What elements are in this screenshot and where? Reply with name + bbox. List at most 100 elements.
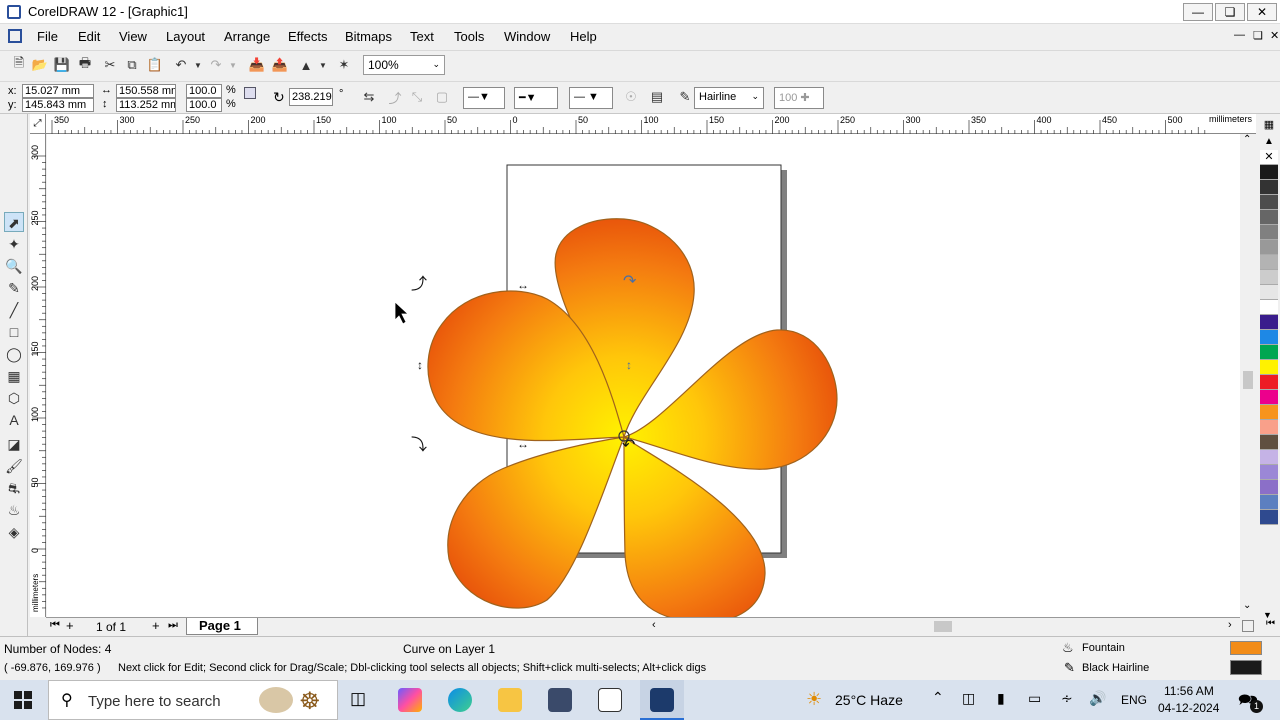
undo-icon[interactable]: ↶ [172, 56, 190, 74]
search-highlight-icon[interactable] [259, 687, 293, 713]
scroll-up-icon[interactable]: ⌃ [1243, 134, 1251, 145]
show-hidden-icons-icon[interactable]: ⌃ [932, 689, 944, 706]
meet-now-icon[interactable]: ◫ [962, 690, 975, 707]
palette-swatch[interactable] [1260, 330, 1278, 345]
minimize-button[interactable]: — [1183, 3, 1213, 21]
text-tool-icon[interactable]: A [4, 410, 24, 430]
zoom-level-select[interactable]: 100% ⌄ [363, 55, 445, 75]
palette-swatch[interactable] [1260, 270, 1278, 285]
edge-icon[interactable] [448, 688, 472, 712]
new-document-icon[interactable]: 🗎 [10, 55, 28, 74]
rotate-handle-bottom-right-icon[interactable]: ↶ [622, 437, 635, 454]
battery-icon[interactable]: ▭ [1028, 690, 1041, 707]
rotate-handle-top-left-icon[interactable]: ⤴ [411, 275, 427, 293]
paste-icon[interactable]: 📋 [146, 56, 164, 74]
drawing-canvas[interactable]: ⤴ ⤵ ↔ ↔ ↕ ↕ ↷ ↶ [47, 134, 1256, 617]
scroll-right-icon[interactable]: › [1228, 619, 1232, 631]
shape-tool-icon[interactable]: ✦ [4, 234, 24, 254]
menu-bitmaps[interactable]: Bitmaps [345, 29, 392, 44]
menu-file[interactable]: File [37, 29, 58, 44]
menu-layout[interactable]: Layout [166, 29, 205, 44]
convert-to-curve-icon[interactable]: ▢ [433, 88, 451, 106]
smart-drawing-tool-icon[interactable]: ╱ [4, 300, 24, 320]
palette-swatch[interactable] [1260, 210, 1278, 225]
mail-icon[interactable] [598, 688, 622, 712]
skew-handle-left-icon[interactable]: ↕ [417, 358, 423, 372]
wifi-icon[interactable]: ∻ [1061, 690, 1073, 707]
document-icon[interactable] [8, 29, 22, 43]
close-button[interactable]: ✕ [1247, 3, 1277, 21]
task-view-icon[interactable]: ◫ [350, 689, 366, 709]
node-to-curve-icon[interactable]: ⤡ [408, 88, 426, 106]
palette-swatch[interactable] [1260, 240, 1278, 255]
microsoft-store-icon[interactable] [548, 688, 572, 712]
palette-expand-icon[interactable]: ⏮ [1266, 618, 1275, 629]
palette-swatch[interactable] [1260, 375, 1278, 390]
usb-icon[interactable]: ▮ [997, 690, 1005, 707]
vertical-ruler[interactable]: 300 250 200 150 100 50 0 millimeters [30, 134, 46, 617]
open-icon[interactable]: 📂 [31, 56, 49, 74]
horizontal-ruler[interactable]: 350 300 250 200 150 100 50 0 50 100 150 200 250 300 35… [46, 114, 1256, 134]
palette-scroll-up-icon[interactable]: ▲ [1258, 136, 1280, 148]
weather-text[interactable]: 25°C Haze [835, 692, 903, 708]
scale-x-field[interactable]: 100.0 [186, 84, 222, 98]
width-field[interactable]: 150.558 mm [116, 84, 176, 98]
palette-no-fill-swatch[interactable]: ✕ [1260, 150, 1278, 165]
eyedropper-tool-icon[interactable]: 🖌 [4, 456, 24, 476]
import-icon[interactable]: 📥 [248, 56, 266, 74]
fill-color-swatch[interactable] [1230, 641, 1262, 655]
lock-ratio-icon[interactable] [244, 87, 256, 99]
cut-icon[interactable]: ✂ [101, 56, 119, 74]
palette-swatch[interactable] [1260, 315, 1278, 330]
copy-icon[interactable]: ⧉ [123, 56, 141, 74]
height-field[interactable]: 113.252 mm [116, 98, 176, 112]
menu-help[interactable]: Help [570, 29, 597, 44]
language-indicator[interactable]: ENG [1121, 693, 1147, 707]
navigator-icon[interactable] [1242, 620, 1254, 632]
volume-icon[interactable]: 🔊 [1089, 690, 1106, 707]
add-page-after-icon[interactable]: + [152, 618, 160, 633]
interactive-blend-tool-icon[interactable]: ◪ [4, 434, 24, 454]
layer-number-field[interactable]: 100 ✚ [774, 87, 824, 109]
clock-date[interactable]: 04-12-2024 [1158, 701, 1219, 715]
fill-tool-icon[interactable]: ♨ [4, 500, 24, 520]
file-explorer-icon[interactable] [498, 688, 522, 712]
basic-shapes-tool-icon[interactable]: ⬡ [4, 388, 24, 408]
menu-view[interactable]: View [119, 29, 147, 44]
palette-swatch[interactable] [1260, 165, 1278, 180]
palette-swatch[interactable] [1260, 450, 1278, 465]
skew-handle-center-icon[interactable]: ↕ [626, 358, 632, 372]
skew-handle-bottom-icon[interactable]: ↔ [517, 437, 529, 451]
palette-swatch[interactable] [1260, 480, 1278, 495]
outline-color-swatch[interactable] [1230, 660, 1262, 675]
rotation-angle-field[interactable]: 238.219 [289, 88, 333, 106]
palette-swatch[interactable] [1260, 510, 1278, 525]
restore-button[interactable]: ❏ [1215, 3, 1245, 21]
graph-paper-tool-icon[interactable]: ▦ [4, 366, 24, 386]
export-icon[interactable]: 📤 [271, 56, 289, 74]
rotate-handle-bottom-left-icon[interactable]: ⤵ [411, 436, 427, 454]
mirror-icon[interactable]: ⇆ [360, 88, 378, 106]
palette-swatch[interactable] [1260, 465, 1278, 480]
outline-tool-icon[interactable]: ⛐ [4, 478, 24, 498]
menu-effects[interactable]: Effects [288, 29, 328, 44]
ruler-origin-icon[interactable]: ⤢ [30, 114, 46, 134]
end-arrowhead-select[interactable]: — ▼ [569, 87, 613, 109]
palette-swatch[interactable] [1260, 195, 1278, 210]
scroll-down-icon[interactable]: ⌄ [1243, 600, 1251, 611]
start-arrowhead-select[interactable]: —▼ [463, 87, 505, 109]
weather-icon[interactable]: ☀ [806, 689, 822, 710]
undo-dropdown-icon[interactable]: ▼ [189, 56, 207, 74]
doc-restore-button[interactable]: ❏ [1253, 29, 1263, 42]
copilot-icon[interactable] [398, 688, 422, 712]
palette-swatch[interactable] [1260, 285, 1278, 300]
palette-options-icon[interactable]: ▦ [1258, 118, 1280, 136]
palette-swatch[interactable] [1260, 420, 1278, 435]
rectangle-tool-icon[interactable]: □ [4, 322, 24, 342]
redo-dropdown-icon[interactable]: ▼ [224, 56, 242, 74]
taskbar-search-box[interactable]: ⚲ Type here to search ☸ [48, 680, 338, 720]
palette-swatch[interactable] [1260, 435, 1278, 450]
print-icon[interactable]: 🖶 [76, 55, 94, 74]
redo-icon[interactable]: ↷ [207, 56, 225, 74]
ship-wheel-icon[interactable]: ☸ [299, 687, 321, 716]
